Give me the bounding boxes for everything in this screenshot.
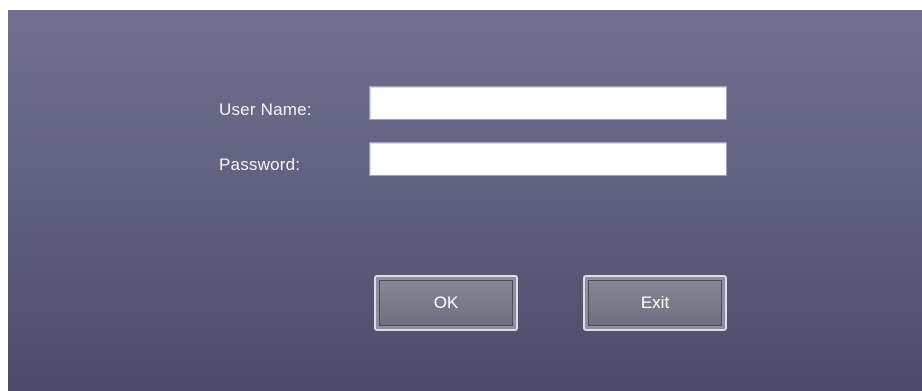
exit-button-label: Exit (588, 280, 722, 326)
ok-button[interactable]: OK (374, 275, 518, 331)
password-input[interactable] (369, 142, 727, 176)
login-dialog: User Name: Password: OK Exit (8, 10, 922, 391)
username-label: User Name: (219, 100, 312, 119)
ok-button-label: OK (379, 280, 513, 326)
exit-button[interactable]: Exit (583, 275, 727, 331)
username-input[interactable] (369, 86, 727, 120)
password-label: Password: (219, 155, 301, 174)
